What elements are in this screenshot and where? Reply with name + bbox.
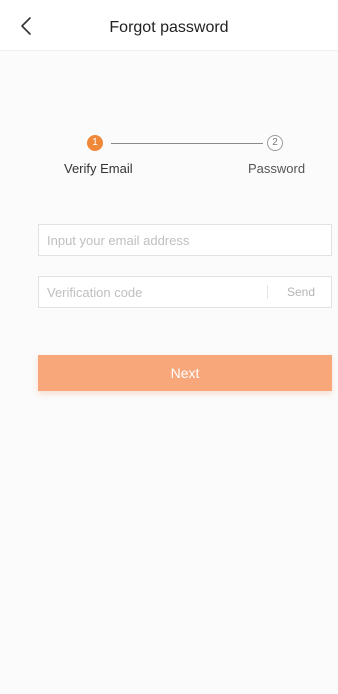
send-code-button[interactable]: Send bbox=[279, 277, 323, 307]
header-bar: Forgot password bbox=[0, 0, 338, 51]
verification-code-field-container: Send bbox=[38, 276, 332, 308]
step-2-indicator: 2 bbox=[267, 135, 283, 151]
step-2-label: Password bbox=[248, 161, 306, 176]
page-title: Forgot password bbox=[109, 19, 229, 36]
step-1-indicator: 1 bbox=[87, 135, 103, 151]
send-divider bbox=[267, 285, 268, 299]
progress-stepper: 1 2 Verify Email Password bbox=[0, 130, 338, 190]
email-input[interactable] bbox=[47, 225, 323, 255]
step-1-label: Verify Email bbox=[64, 161, 133, 176]
step-connector bbox=[111, 143, 263, 144]
forgot-password-screen: Forgot password 1 2 Verify Email Passwor… bbox=[0, 0, 338, 694]
email-field-container bbox=[38, 224, 332, 256]
verification-code-input[interactable] bbox=[47, 277, 259, 307]
next-button[interactable]: Next bbox=[38, 355, 332, 391]
